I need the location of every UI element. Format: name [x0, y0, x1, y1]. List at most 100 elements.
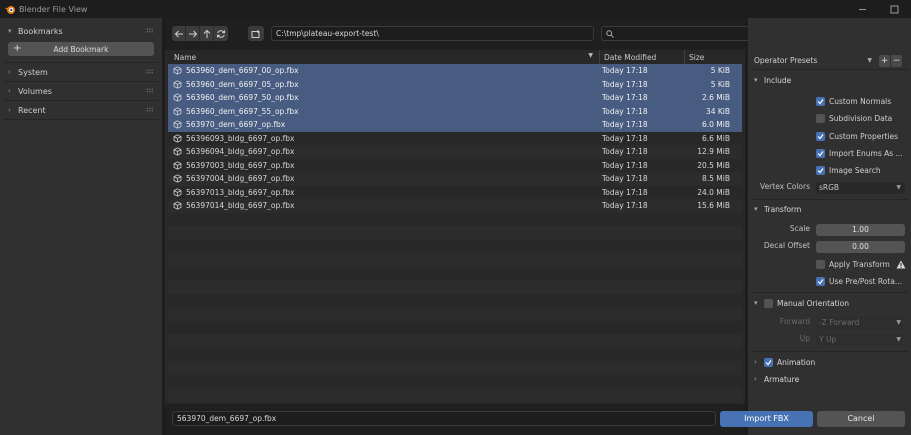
empty-row: [168, 347, 742, 361]
back-arrow-icon[interactable]: [172, 26, 186, 41]
empty-row: [168, 239, 742, 253]
use-prepost-rotation-label: Use Pre/Post Rota...: [829, 277, 903, 286]
drag-grip-icon[interactable]: [146, 107, 154, 112]
bookmarks-label: Bookmarks: [18, 26, 63, 36]
directory-path-input[interactable]: C:\tmp\plateau-export-test\: [271, 26, 594, 41]
maximize-icon[interactable]: [877, 0, 911, 18]
recent-panel-header[interactable]: › Recent: [0, 101, 162, 119]
custom-normals-label: Custom Normals: [829, 97, 892, 106]
image-search-checkbox[interactable]: Image Search: [816, 164, 881, 177]
divider: [750, 351, 909, 352]
chevron-right-icon: ›: [8, 87, 11, 95]
chevron-down-icon: ▾: [754, 76, 758, 84]
operator-presets-dropdown[interactable]: Operator Presets ▼: [752, 54, 876, 67]
armature-section-header[interactable]: › Armature: [754, 372, 799, 386]
file-row[interactable]: 56397004_bldg_6697_op.fbx Today 17:18 8.5 …: [168, 172, 742, 186]
drag-grip-icon[interactable]: [146, 28, 154, 33]
add-preset-icon[interactable]: +: [879, 55, 890, 67]
chevron-down-icon: ▾: [754, 205, 758, 213]
decal-offset-field[interactable]: 0.00: [816, 241, 905, 253]
armature-label: Armature: [764, 374, 800, 384]
file-row[interactable]: 56396093_bldg_6697_op.fbx Today 17:18 6.6 …: [168, 131, 742, 145]
custom-properties-checkbox[interactable]: Custom Properties: [816, 130, 898, 143]
file-size: 20.5 MiB: [697, 160, 730, 170]
file-date: Today 17:18: [602, 93, 648, 103]
drag-grip-icon[interactable]: [146, 69, 154, 74]
file-row[interactable]: 563960_dem_6697_50_op.fbx Today 17:18 2.6 …: [168, 91, 742, 105]
mesh-file-icon: [168, 201, 182, 210]
cancel-button[interactable]: Cancel: [817, 411, 905, 427]
chevron-down-icon: ▼: [896, 336, 901, 343]
file-size: 6.6 MiB: [701, 133, 730, 143]
file-row[interactable]: 56397014_bldg_6697_op.fbx Today 17:18 15.6…: [168, 199, 742, 213]
subdivision-data-label: Subdivision Data: [829, 114, 893, 123]
drag-grip-icon[interactable]: [146, 88, 154, 93]
size-column-header[interactable]: Size: [685, 53, 735, 62]
file-name: 56397003_bldg_6697_op.fbx: [186, 160, 295, 170]
file-date: Today 17:18: [602, 66, 648, 76]
file-row[interactable]: 563960_dem_6697_55_op.fbx Today 17:18 34 K…: [168, 104, 742, 118]
system-label: System: [18, 67, 48, 77]
import-fbx-button[interactable]: Import FBX: [720, 411, 813, 427]
use-prepost-rotation-checkbox[interactable]: Use Pre/Post Rota...: [816, 275, 902, 288]
search-input[interactable]: [601, 26, 756, 41]
forward-dropdown[interactable]: -Z Forward ▼: [816, 317, 905, 329]
checkbox-checked-icon: [816, 166, 825, 175]
divider: [750, 292, 909, 293]
plus-icon: +: [13, 43, 22, 54]
checkbox-checked-icon[interactable]: [764, 357, 773, 367]
refresh-icon[interactable]: [214, 26, 228, 41]
chevron-right-icon: ›: [754, 358, 757, 366]
custom-normals-checkbox[interactable]: Custom Normals: [816, 95, 891, 108]
sort-descending-icon: ▼: [588, 51, 593, 59]
mesh-file-icon: [168, 134, 182, 143]
date-column-header[interactable]: Date Modified: [600, 53, 684, 62]
add-bookmark-button[interactable]: + Add Bookmark: [8, 42, 154, 56]
manual-orientation-section-header[interactable]: ▾ Manual Orientation: [754, 296, 849, 310]
filename-input[interactable]: 563970_dem_6697_op.fbx: [172, 411, 716, 426]
file-browser: C:\tmp\plateau-export-test\ Name ▼ Date …: [165, 18, 756, 435]
divider: [750, 69, 909, 70]
new-folder-icon[interactable]: [248, 26, 264, 41]
minimize-icon[interactable]: [845, 0, 879, 18]
chevron-down-icon: ▾: [754, 299, 758, 307]
file-row[interactable]: 56397003_bldg_6697_op.fbx Today 17:18 20.5…: [168, 158, 742, 172]
checkbox-unchecked-icon[interactable]: [764, 298, 773, 308]
empty-row: [168, 334, 742, 348]
forward-value: -Z Forward: [819, 318, 860, 327]
parent-directory-icon[interactable]: [200, 26, 214, 41]
file-row[interactable]: 563970_dem_6697_op.fbx Today 17:18 6.0 MiB: [168, 118, 742, 132]
scale-field[interactable]: 1.00: [816, 224, 905, 236]
include-section-header[interactable]: ▾ Include: [754, 73, 791, 87]
file-size: 34 KiB: [705, 106, 730, 116]
name-column-header[interactable]: Name ▼: [168, 51, 599, 62]
file-row[interactable]: 56397013_bldg_6697_op.fbx Today 17:18 24.0…: [168, 185, 742, 199]
chevron-right-icon: ›: [8, 106, 11, 114]
system-panel-header[interactable]: › System: [0, 63, 162, 81]
file-size: 8.5 MiB: [701, 174, 730, 184]
up-dropdown[interactable]: Y Up ▼: [816, 334, 905, 346]
volumes-panel-header[interactable]: › Volumes: [0, 82, 162, 100]
apply-transform-label: Apply Transform: [829, 260, 890, 269]
mesh-file-icon: [168, 66, 182, 75]
empty-row: [168, 212, 742, 226]
file-date: Today 17:18: [602, 147, 648, 157]
vertex-colors-dropdown[interactable]: sRGB ▼: [816, 182, 905, 194]
animation-section-header[interactable]: › Animation: [754, 355, 815, 369]
manual-orientation-label: Manual Orientation: [777, 298, 849, 308]
transform-section-header[interactable]: ▾ Transform: [754, 202, 801, 216]
empty-row: [168, 280, 742, 294]
file-row[interactable]: 563960_dem_6697_00_op.fbx Today 17:18 5 Ki…: [168, 64, 742, 78]
up-value: Y Up: [819, 335, 837, 344]
file-name: 56397014_bldg_6697_op.fbx: [186, 201, 295, 211]
file-row[interactable]: 563960_dem_6697_05_op.fbx Today 17:18 5 Ki…: [168, 77, 742, 91]
import-enums-checkbox[interactable]: Import Enums As ...: [816, 147, 903, 160]
forward-arrow-icon[interactable]: [186, 26, 200, 41]
import-enums-label: Import Enums As ...: [829, 149, 903, 158]
mesh-file-icon: [168, 147, 182, 156]
subdivision-data-checkbox[interactable]: Subdivision Data: [816, 112, 892, 125]
remove-preset-icon[interactable]: −: [891, 55, 902, 67]
file-row[interactable]: 56396094_bldg_6697_op.fbx Today 17:18 12.9…: [168, 145, 742, 159]
bookmarks-panel-header[interactable]: ▾ Bookmarks: [0, 22, 162, 40]
apply-transform-checkbox[interactable]: Apply Transform: [816, 258, 906, 271]
